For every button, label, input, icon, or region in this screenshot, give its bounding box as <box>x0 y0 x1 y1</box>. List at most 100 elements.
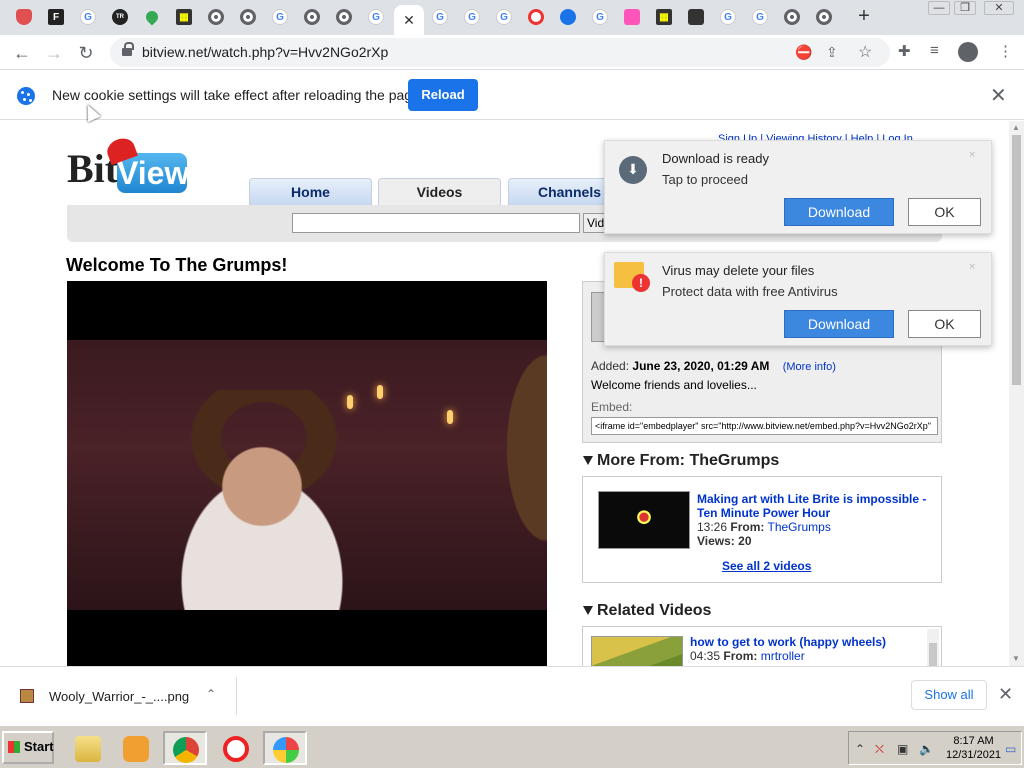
star-icon[interactable]: ☆ <box>858 42 872 62</box>
address-bar[interactable]: bitview.net/watch.php?v=Hvv2NGo2rXp ⛔ ⇪ … <box>110 38 890 67</box>
notification-close-icon[interactable]: × <box>969 149 975 161</box>
chevron-up-icon[interactable]: ⌃ <box>855 742 865 756</box>
notification-ok-button[interactable]: OK <box>908 198 981 226</box>
nav-tab-home[interactable]: Home <box>249 178 372 205</box>
lock-icon[interactable] <box>122 42 134 58</box>
notification-download-button[interactable]: Download <box>784 198 894 226</box>
tab-19[interactable]: G <box>588 5 612 29</box>
views-count: 20 <box>738 534 752 548</box>
device-icon[interactable]: ▣ <box>897 742 908 756</box>
url-text[interactable]: bitview.net/watch.php?v=Hvv2NGo2rXp <box>142 44 388 60</box>
tab-25[interactable] <box>780 5 804 29</box>
tab-12[interactable]: G <box>364 5 388 29</box>
cookie-blocked-icon[interactable]: ⛔ <box>795 44 812 61</box>
close-window-button[interactable]: ✕ <box>984 1 1014 15</box>
taskbar-opera[interactable] <box>214 731 258 765</box>
collapse-triangle-icon[interactable] <box>583 456 593 466</box>
new-tab-button[interactable]: + <box>853 6 875 28</box>
tab-11[interactable] <box>332 5 356 29</box>
tab-21[interactable]: ▦ <box>652 5 676 29</box>
scroll-down-arrow-icon[interactable]: ▼ <box>1012 654 1020 663</box>
uploader-thumbnail[interactable] <box>591 292 605 342</box>
related-scrollbar[interactable] <box>927 629 939 666</box>
forward-arrow-icon[interactable]: → <box>42 41 66 65</box>
related-heading[interactable]: Related Videos <box>583 602 711 620</box>
infobar-close-icon[interactable]: ✕ <box>990 83 1007 108</box>
volume-icon[interactable]: 🔈 <box>919 742 934 756</box>
tab-17[interactable] <box>524 5 548 29</box>
tab-24[interactable]: G <box>748 5 772 29</box>
more-from-video-link[interactable]: Making art with Lite Brite is impossible… <box>697 492 937 520</box>
more-from-heading-text: More From: TheGrumps <box>597 452 780 469</box>
tab-9[interactable]: G <box>268 5 292 29</box>
notification-download-button[interactable]: Download <box>784 310 894 338</box>
share-icon[interactable]: ⇪ <box>826 44 838 61</box>
related-scroll-thumb[interactable] <box>929 643 937 666</box>
second-person <box>477 340 547 610</box>
tab-26[interactable] <box>812 5 836 29</box>
chrome-icon <box>208 9 224 25</box>
related-video-thumbnail[interactable] <box>591 636 683 666</box>
tab-18[interactable] <box>556 5 580 29</box>
tab-15[interactable]: G <box>460 5 484 29</box>
network-error-icon[interactable]: ⛌ <box>875 742 884 757</box>
close-icon[interactable]: ✕ <box>403 12 415 29</box>
tab-14[interactable]: G <box>428 5 452 29</box>
download-bar-close-icon[interactable]: ✕ <box>998 684 1013 705</box>
download-filename[interactable]: Wooly_Warrior_-_....png <box>49 689 189 704</box>
extensions-icon[interactable]: ✚ <box>898 42 911 60</box>
tab-active[interactable]: ✕ <box>394 5 424 35</box>
bitview-logo[interactable]: Bit View <box>67 134 189 193</box>
tab-6[interactable]: ▦ <box>172 5 196 29</box>
taskbar-file-manager[interactable] <box>66 731 110 765</box>
chevron-up-icon[interactable]: ⌃ <box>206 687 216 701</box>
channel-link[interactable]: mrtroller <box>761 649 805 663</box>
tab-10[interactable] <box>300 5 324 29</box>
collapse-triangle-icon[interactable] <box>583 606 593 616</box>
start-button[interactable]: Start <box>2 731 54 764</box>
profile-avatar[interactable] <box>958 42 978 62</box>
tab-20[interactable] <box>620 5 644 29</box>
restore-button[interactable]: ❐ <box>954 1 976 15</box>
tab-3[interactable]: G <box>76 5 100 29</box>
back-arrow-icon[interactable]: ← <box>10 41 34 65</box>
video-player[interactable] <box>67 281 547 666</box>
scroll-up-arrow-icon[interactable]: ▲ <box>1012 123 1020 132</box>
tab-23[interactable]: G <box>716 5 740 29</box>
notification-ok-button[interactable]: OK <box>908 310 981 338</box>
reload-icon[interactable]: ↻ <box>74 41 98 65</box>
more-from-heading[interactable]: More From: TheGrumps <box>583 452 779 470</box>
reload-button[interactable]: Reload <box>408 79 478 111</box>
embed-code-field[interactable]: <iframe id="embedplayer" src="http://www… <box>591 417 938 435</box>
minimize-button[interactable]: — <box>928 1 950 15</box>
cookie-icon <box>17 87 35 105</box>
tab-5[interactable] <box>140 5 164 29</box>
page-scrollbar[interactable]: ▲ ▼ <box>1009 121 1024 666</box>
menu-icon[interactable]: ⋮ <box>998 42 1013 60</box>
tab-strip: F G TR ▦ G G ✕ G G G G ▦ G G + — ❐ ✕ <box>0 0 1024 35</box>
search-input[interactable] <box>292 213 580 233</box>
video-thumbnail[interactable] <box>598 491 690 549</box>
taskbar-media-player[interactable] <box>114 731 158 765</box>
tab-1[interactable] <box>12 5 36 29</box>
tab-7[interactable] <box>204 5 228 29</box>
taskbar-chrome[interactable] <box>163 731 207 765</box>
tab-8[interactable] <box>236 5 260 29</box>
nav-tab-videos[interactable]: Videos <box>378 178 501 205</box>
see-all-link[interactable]: See all 2 videos <box>722 559 811 573</box>
clock[interactable]: 8:17 AM 12/31/2021 <box>946 734 1001 762</box>
related-video-link[interactable]: how to get to work (happy wheels) <box>690 635 910 649</box>
more-info-link[interactable]: (More info) <box>783 361 836 373</box>
taskbar-windows[interactable] <box>263 731 307 765</box>
show-desktop-icon[interactable]: ▭ <box>1005 742 1016 756</box>
tab-2[interactable]: F <box>44 5 68 29</box>
notification-close-icon[interactable]: × <box>969 261 975 273</box>
tab-22[interactable] <box>684 5 708 29</box>
tab-4[interactable]: TR <box>108 5 132 29</box>
google-g-icon: G <box>752 9 768 25</box>
page-scroll-thumb[interactable] <box>1012 135 1021 385</box>
channel-link[interactable]: TheGrumps <box>768 520 831 534</box>
tab-16[interactable]: G <box>492 5 516 29</box>
show-all-button[interactable]: Show all <box>911 680 987 710</box>
media-queue-icon[interactable]: ≡ <box>930 42 939 59</box>
